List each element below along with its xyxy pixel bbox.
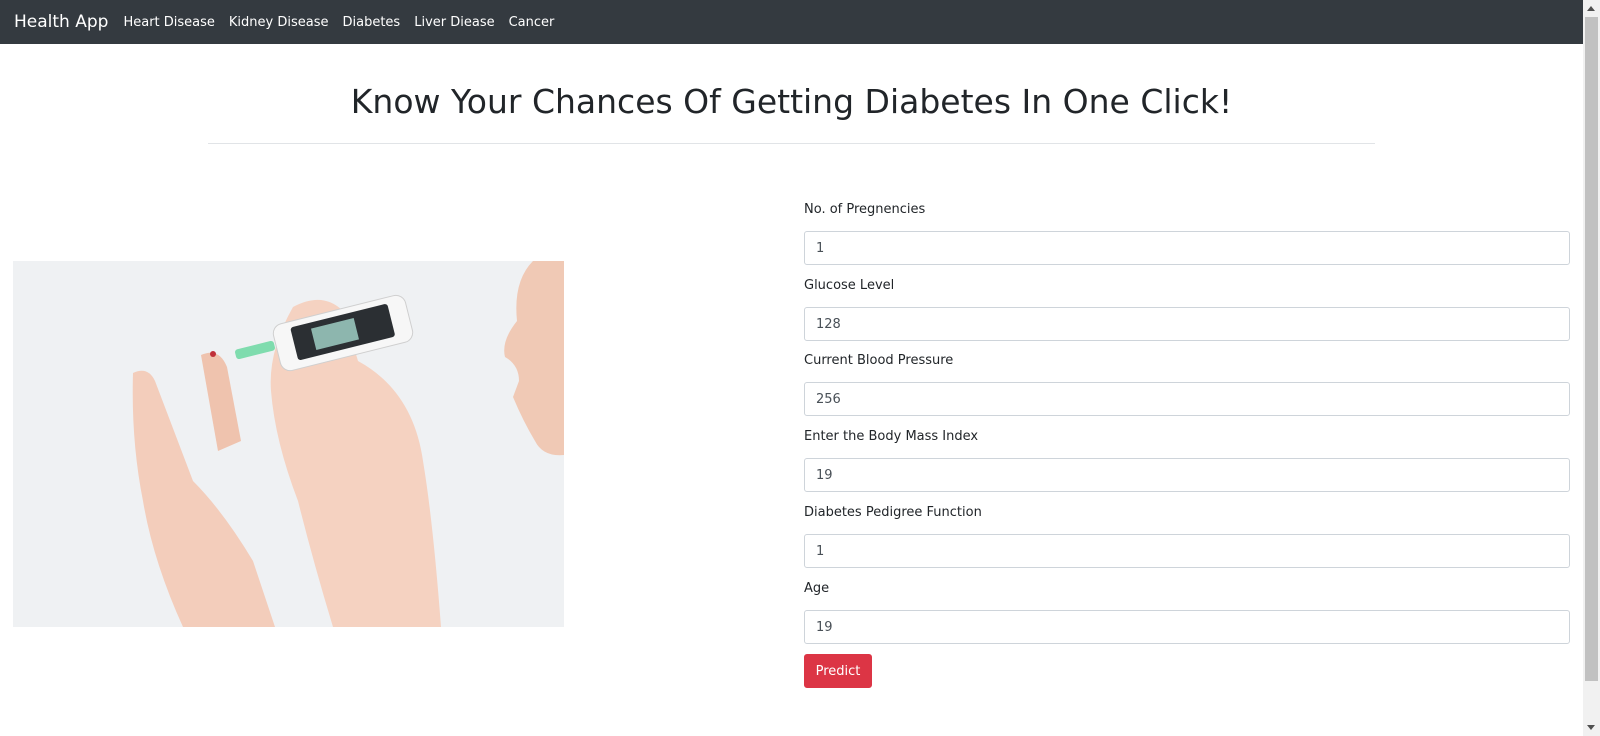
- predict-button[interactable]: Predict: [804, 654, 872, 688]
- age-label: Age: [804, 581, 830, 596]
- form-group-pregnancies: No. of Pregnencies: [804, 201, 1570, 265]
- nav-link-liver-disease[interactable]: Liver Diease: [414, 15, 494, 30]
- glucose-input[interactable]: [804, 307, 1570, 341]
- glucose-meter-image: [13, 261, 564, 627]
- age-input[interactable]: [804, 610, 1570, 644]
- nav-link-diabetes[interactable]: Diabetes: [343, 15, 401, 30]
- title-divider: [208, 143, 1375, 144]
- scroll-up-icon[interactable]: [1587, 6, 1595, 11]
- pregnancies-label: No. of Pregnencies: [804, 202, 926, 217]
- glucose-label: Glucose Level: [804, 278, 895, 293]
- form-group-glucose: Glucose Level: [804, 277, 1570, 341]
- page-title: Know Your Chances Of Getting Diabetes In…: [350, 82, 1233, 121]
- nav-link-kidney-disease[interactable]: Kidney Disease: [229, 15, 329, 30]
- brand-link[interactable]: Health App: [14, 12, 108, 32]
- form-group-bmi: Enter the Body Mass Index: [804, 428, 1570, 492]
- nav-link-cancer[interactable]: Cancer: [509, 15, 555, 30]
- top-navbar: Health App Heart Disease Kidney Disease …: [0, 0, 1583, 44]
- pedigree-input[interactable]: [804, 534, 1570, 568]
- scroll-down-icon[interactable]: [1587, 725, 1595, 730]
- scroll-thumb[interactable]: [1585, 17, 1598, 681]
- form-group-age: Age: [804, 580, 1570, 644]
- pedigree-label: Diabetes Pedigree Function: [804, 505, 982, 520]
- pregnancies-input[interactable]: [804, 231, 1570, 265]
- bmi-input[interactable]: [804, 458, 1570, 492]
- blood-pressure-label: Current Blood Pressure: [804, 353, 954, 368]
- bmi-label: Enter the Body Mass Index: [804, 429, 979, 444]
- blood-pressure-input[interactable]: [804, 382, 1570, 416]
- vertical-scrollbar[interactable]: [1583, 0, 1600, 736]
- form-group-blood-pressure: Current Blood Pressure: [804, 352, 1570, 416]
- nav-link-heart-disease[interactable]: Heart Disease: [123, 15, 214, 30]
- form-group-pedigree: Diabetes Pedigree Function: [804, 504, 1570, 568]
